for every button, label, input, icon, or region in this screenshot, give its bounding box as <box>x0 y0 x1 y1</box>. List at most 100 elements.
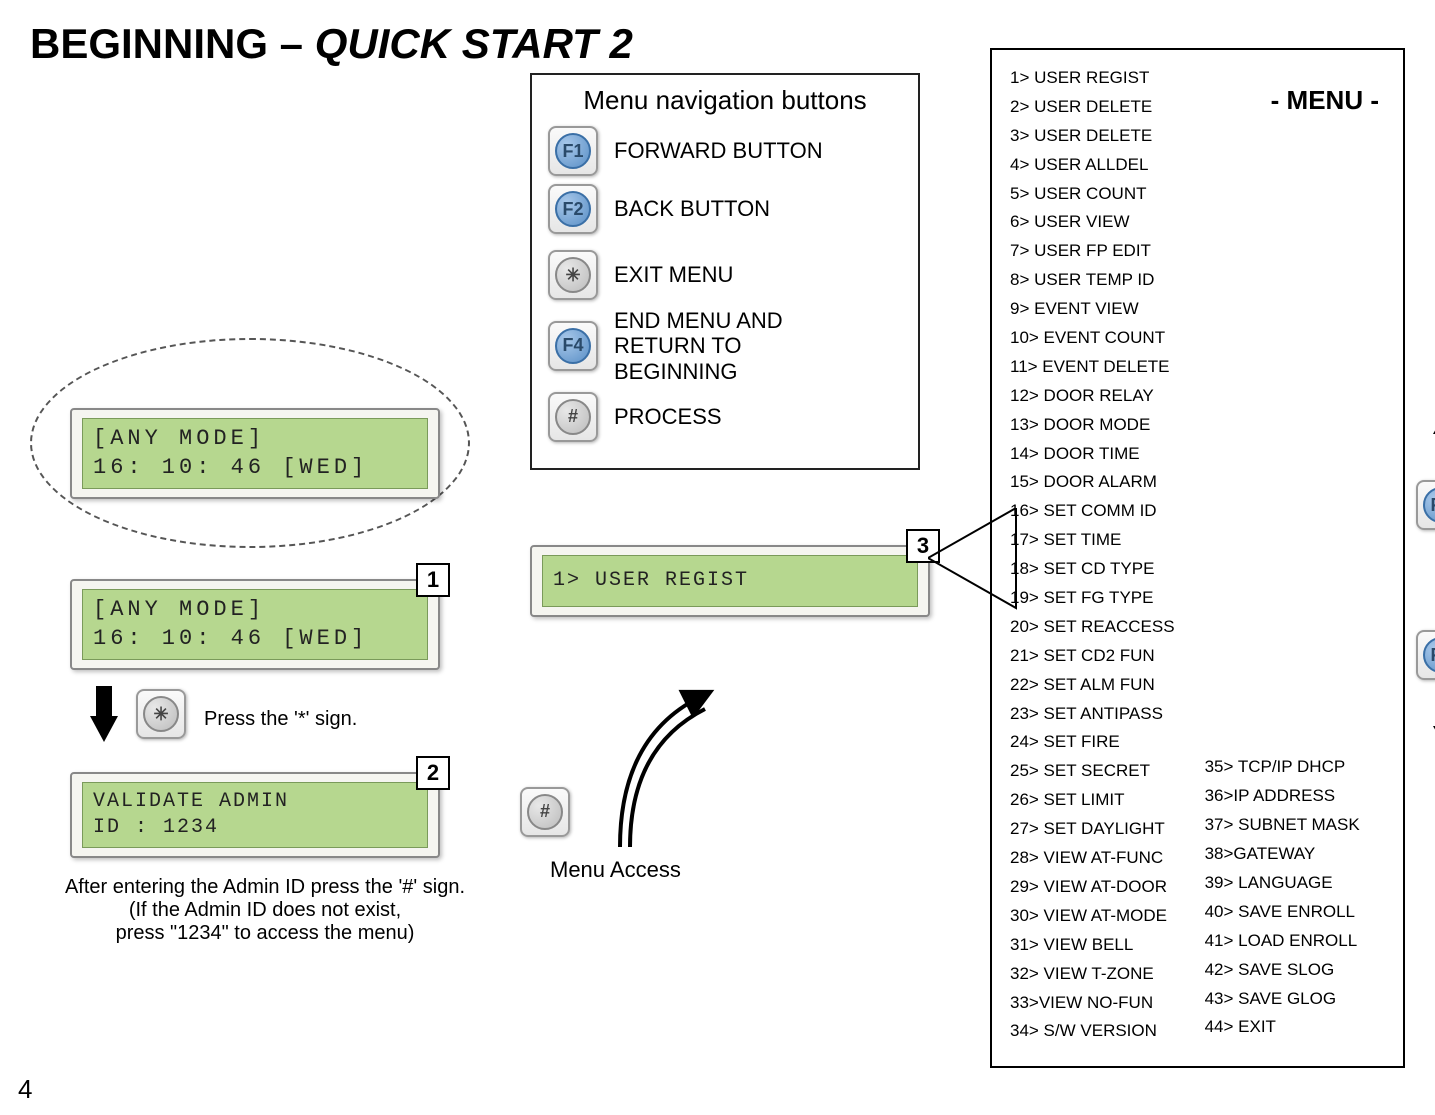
lcd-step3-screen: 3 1> USER REGIST <box>530 545 930 617</box>
step-badge-1: 1 <box>416 563 450 597</box>
lcd-idle-screen: [ANY MODE] 16: 10: 46 [WED] <box>70 408 440 499</box>
menu-item: 14> DOOR TIME <box>1010 440 1175 469</box>
menu-item: 17> SET TIME <box>1010 526 1175 555</box>
lcd-step2-line2: ID : 1234 <box>93 815 417 841</box>
menu-item: 18> SET CD TYPE <box>1010 555 1175 584</box>
nav-box-title: Menu navigation buttons <box>548 85 902 116</box>
exit-label: EXIT MENU <box>614 262 733 287</box>
lcd-idle-line2: 16: 10: 46 [WED] <box>93 454 417 483</box>
menu-item: 41> LOAD ENROLL <box>1205 927 1360 956</box>
menu-item: 13> DOOR MODE <box>1010 411 1175 440</box>
star-key-button-nav[interactable]: ✳ <box>548 250 598 300</box>
menu-item: 24> SET FIRE <box>1010 728 1175 757</box>
f2-icon: F2 <box>555 191 591 227</box>
menu-item: 7> USER FP EDIT <box>1010 237 1175 266</box>
menu-item: 21> SET CD2 FUN <box>1010 642 1175 671</box>
menu-item: 37> SUBNET MASK <box>1205 811 1360 840</box>
menu-item: 35> TCP/IP DHCP <box>1205 753 1360 782</box>
menu-item: 9> EVENT VIEW <box>1010 295 1175 324</box>
instruction-hash-3: press "1234" to access the menu) <box>60 922 470 945</box>
menu-col2: 35> TCP/IP DHCP36>IP ADDRESS37> SUBNET M… <box>1205 753 1360 1042</box>
menu-item: 5> USER COUNT <box>1010 180 1175 209</box>
menu-item: 25> SET SECRET <box>1010 757 1175 786</box>
menu-item: 23> SET ANTIPASS <box>1010 700 1175 729</box>
f4-key-button[interactable]: F4 <box>548 321 598 371</box>
right-column: - MENU - 1> USER REGIST2> USER DELETE3> … <box>990 108 1405 1068</box>
menu-item: 8> USER TEMP ID <box>1010 266 1175 295</box>
menu-item: 33>VIEW NO-FUN <box>1010 989 1175 1018</box>
left-column: [ANY MODE] 16: 10: 46 [WED] 1 [ANY MODE]… <box>30 108 500 1068</box>
middle-column: Menu navigation buttons F1 FORWARD BUTTO… <box>530 108 960 1068</box>
f2-scroll-icon: F2 <box>1423 487 1435 523</box>
f2-scroll-button[interactable]: F2 <box>1416 480 1435 530</box>
menu-item: 44> EXIT <box>1205 1013 1360 1042</box>
menu-item: 36>IP ADDRESS <box>1205 782 1360 811</box>
menu-title: - MENU - <box>1271 78 1379 122</box>
menu-item: 32> VIEW T-ZONE <box>1010 960 1175 989</box>
menu-item: 38>GATEWAY <box>1205 840 1360 869</box>
menu-item: 11> EVENT DELETE <box>1010 353 1175 382</box>
admin-id-instruction: After entering the Admin ID press the '#… <box>60 876 470 945</box>
f4-icon: F4 <box>555 328 591 364</box>
hash-key-button[interactable]: # <box>520 787 570 837</box>
menu-item: 19> SET FG TYPE <box>1010 584 1175 613</box>
back-label: BACK BUTTON <box>614 196 770 221</box>
menu-item: 40> SAVE ENROLL <box>1205 898 1360 927</box>
nav-buttons-box: Menu navigation buttons F1 FORWARD BUTTO… <box>530 73 920 470</box>
page-number: 4 <box>18 1074 32 1105</box>
menu-list-box: - MENU - 1> USER REGIST2> USER DELETE3> … <box>990 48 1405 1068</box>
menu-item: 30> VIEW AT-MODE <box>1010 902 1175 931</box>
menu-item: 12> DOOR RELAY <box>1010 382 1175 411</box>
star-icon: ✳ <box>143 696 179 732</box>
menu-access-label: Menu Access <box>550 857 681 883</box>
lcd-step1-screen: 1 [ANY MODE] 16: 10: 46 [WED] <box>70 579 440 670</box>
down-arrow-icon <box>90 716 118 742</box>
lcd-step3-line1: 1> USER REGIST <box>553 568 907 594</box>
menu-item: 1> USER REGIST <box>1010 64 1175 93</box>
menu-item: 39> LANGUAGE <box>1205 869 1360 898</box>
menu-item: 34> S/W VERSION <box>1010 1017 1175 1046</box>
menu-item: 26> SET LIMIT <box>1010 786 1175 815</box>
f1-scroll-button[interactable]: F1 <box>1416 630 1435 680</box>
menu-item: 15> DOOR ALARM <box>1010 468 1175 497</box>
process-label: PROCESS <box>614 404 722 429</box>
menu-item: 43> SAVE GLOG <box>1205 985 1360 1014</box>
lcd-step2-line1: VALIDATE ADMIN <box>93 789 417 815</box>
hash-icon: # <box>527 794 563 830</box>
menu-item: 20> SET REACCESS <box>1010 613 1175 642</box>
menu-item: 27> SET DAYLIGHT <box>1010 815 1175 844</box>
f1-icon: F1 <box>555 133 591 169</box>
f1-scroll-icon: F1 <box>1423 637 1435 673</box>
end-label: END MENU AND RETURN TO BEGINNING <box>614 308 844 384</box>
instruction-hash-2: (If the Admin ID does not exist, <box>60 899 470 922</box>
lcd-step1-line2: 16: 10: 46 [WED] <box>93 625 417 654</box>
star-key-button[interactable]: ✳ <box>136 689 186 739</box>
f2-key-button[interactable]: F2 <box>548 184 598 234</box>
menu-item: 28> VIEW AT-FUNC <box>1010 844 1175 873</box>
hash-icon-nav: # <box>555 399 591 435</box>
lcd-step1-line1: [ANY MODE] <box>93 596 417 625</box>
menu-item: 4> USER ALLDEL <box>1010 151 1175 180</box>
forward-label: FORWARD BUTTON <box>614 138 823 163</box>
menu-item: 31> VIEW BELL <box>1010 931 1175 960</box>
menu-item: 22> SET ALM FUN <box>1010 671 1175 700</box>
instruction-hash-1: After entering the Admin ID press the '#… <box>60 876 470 899</box>
menu-item: 42> SAVE SLOG <box>1205 956 1360 985</box>
lcd-step2-screen: 2 VALIDATE ADMIN ID : 1234 <box>70 772 440 858</box>
star-icon-nav: ✳ <box>555 257 591 293</box>
menu-item: 10> EVENT COUNT <box>1010 324 1175 353</box>
f1-key-button[interactable]: F1 <box>548 126 598 176</box>
menu-item: 16> SET COMM ID <box>1010 497 1175 526</box>
press-star-instruction: Press the '*' sign. <box>204 708 357 731</box>
menu-item: 6> USER VIEW <box>1010 208 1175 237</box>
hash-key-button-nav[interactable]: # <box>548 392 598 442</box>
menu-col1: 1> USER REGIST2> USER DELETE3> USER DELE… <box>1010 64 1175 1046</box>
menu-item: 29> VIEW AT-DOOR <box>1010 873 1175 902</box>
lcd-idle-line1: [ANY MODE] <box>93 425 417 454</box>
curved-arrow-icon <box>580 657 780 857</box>
step-badge-2: 2 <box>416 756 450 790</box>
main-layout: [ANY MODE] 16: 10: 46 [WED] 1 [ANY MODE]… <box>30 108 1405 1068</box>
menu-item: 3> USER DELETE <box>1010 122 1175 151</box>
title-part2: QUICK START 2 <box>315 20 633 67</box>
menu-item: 2> USER DELETE <box>1010 93 1175 122</box>
